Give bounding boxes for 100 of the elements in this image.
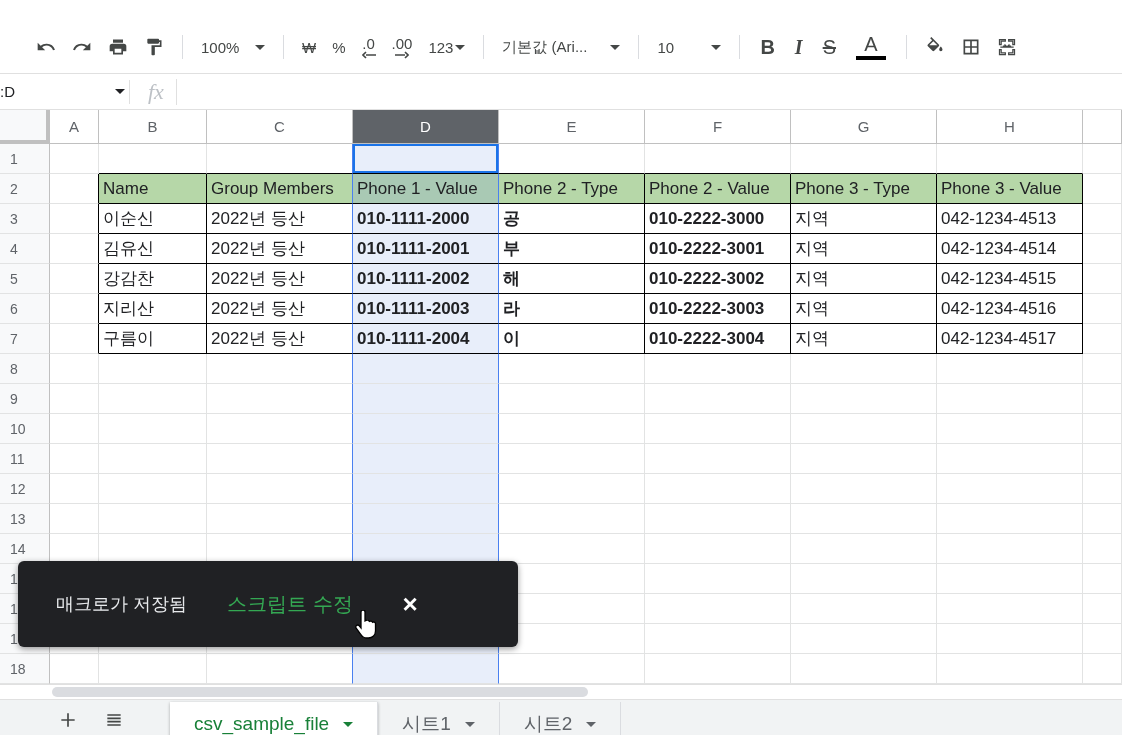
snackbar-message: 매크로가 저장됨 <box>56 593 187 616</box>
grid-cell[interactable] <box>353 144 499 174</box>
table-cell: 해 <box>499 264 645 294</box>
row-header[interactable]: 4 <box>0 234 50 264</box>
table-cell: 이 <box>499 324 645 354</box>
grid-cell[interactable] <box>353 474 499 504</box>
table-cell: 부 <box>499 234 645 264</box>
row-header[interactable]: 3 <box>0 204 50 234</box>
table-cell: 라 <box>499 294 645 324</box>
font-size-dropdown[interactable]: 10 <box>651 34 728 60</box>
font-dropdown[interactable]: 기본값 (Ari... <box>496 33 627 61</box>
caret-icon <box>455 44 466 50</box>
caret-icon <box>464 721 475 727</box>
grid-cell[interactable] <box>50 234 99 264</box>
table-cell: 042-1234-4515 <box>937 264 1083 294</box>
row-header[interactable]: 11 <box>0 444 50 474</box>
row-header[interactable]: 18 <box>0 654 50 684</box>
column-header[interactable]: H <box>937 110 1083 144</box>
bold-button[interactable]: B <box>752 31 783 63</box>
row-header[interactable]: 13 <box>0 504 50 534</box>
table-cell: 042-1234-4517 <box>937 324 1083 354</box>
column-title: Phone 2 - Type <box>499 174 645 204</box>
row-header[interactable]: 7 <box>0 324 50 354</box>
column-title: Phone 3 - Type <box>791 174 937 204</box>
right-arrow-icon <box>394 50 409 59</box>
column-header[interactable] <box>1083 110 1122 144</box>
strikethrough-button[interactable]: S <box>814 31 844 63</box>
sheet-tab[interactable]: 시트1 <box>378 702 500 735</box>
row-header[interactable]: 8 <box>0 354 50 384</box>
text-color-button[interactable]: A <box>848 30 894 64</box>
increase-decimal-button[interactable]: .00 <box>385 33 419 61</box>
sheet-tab[interactable]: 시트2 <box>499 702 622 735</box>
table-cell: 010-1111-2001 <box>353 234 499 264</box>
column-header[interactable]: A <box>50 110 99 144</box>
grid-cell[interactable] <box>50 324 99 354</box>
table-cell: 지역 <box>791 264 937 294</box>
decrease-decimal-button[interactable]: .0 <box>355 33 382 61</box>
row-header[interactable]: 10 <box>0 414 50 444</box>
table-cell: 강감찬 <box>99 264 207 294</box>
row-header[interactable]: 9 <box>0 384 50 414</box>
table-cell: 지역 <box>791 204 937 234</box>
column-header[interactable]: B <box>99 110 207 144</box>
column-header[interactable]: G <box>791 110 937 144</box>
sheet-tab[interactable]: csv_sample_file <box>170 702 379 735</box>
row-header[interactable]: 12 <box>0 474 50 504</box>
column-header[interactable]: E <box>499 110 645 144</box>
grid-cell[interactable] <box>50 294 99 324</box>
table-cell: 김유신 <box>99 234 207 264</box>
italic-button[interactable]: I <box>786 31 811 63</box>
table-cell: 010-1111-2003 <box>353 294 499 324</box>
hand-cursor-icon <box>354 610 378 640</box>
table-cell: 010-2222-3000 <box>645 204 791 234</box>
grid-cell[interactable] <box>353 444 499 474</box>
column-header[interactable]: F <box>645 110 791 144</box>
table-cell: 010-1111-2004 <box>353 324 499 354</box>
zoom-dropdown[interactable]: 100% <box>195 34 271 60</box>
table-cell: 042-1234-4514 <box>937 234 1083 264</box>
table-cell: 010-2222-3001 <box>645 234 791 264</box>
table-cell: 이순신 <box>99 204 207 234</box>
caret-icon <box>255 44 265 50</box>
table-cell: 구름이 <box>99 324 207 354</box>
grid-cell[interactable] <box>50 204 99 234</box>
column-title: Phone 3 - Value <box>937 174 1083 204</box>
row-header[interactable]: 6 <box>0 294 50 324</box>
edit-script-link[interactable]: 스크립트 수정 <box>227 590 353 618</box>
table-cell: 공 <box>499 204 645 234</box>
caret-icon <box>610 44 621 50</box>
currency-format-button[interactable]: ₩ <box>296 34 323 60</box>
scrollbar-thumb[interactable] <box>52 687 588 697</box>
table-cell: 042-1234-4516 <box>937 294 1083 324</box>
row-header[interactable]: 2 <box>0 174 50 204</box>
table-cell: 010-2222-3003 <box>645 294 791 324</box>
grid-cell[interactable] <box>353 384 499 414</box>
caret-icon <box>115 89 125 94</box>
left-arrow-icon <box>361 50 376 59</box>
grid-cell[interactable] <box>353 504 499 534</box>
caret-icon <box>711 44 722 50</box>
table-cell: 지역 <box>791 324 937 354</box>
table-cell: 지역 <box>791 234 937 264</box>
grid-cell[interactable] <box>353 534 499 564</box>
column-header[interactable]: D <box>353 110 499 144</box>
column-title: Phone 1 - Value <box>353 174 499 204</box>
column-header[interactable]: C <box>207 110 353 144</box>
table-cell: 010-1111-2002 <box>353 264 499 294</box>
grid-cell[interactable] <box>50 264 99 294</box>
close-button[interactable]: × <box>398 588 422 620</box>
row-header[interactable]: 1 <box>0 144 50 174</box>
row-header[interactable]: 5 <box>0 264 50 294</box>
grid-cell[interactable] <box>353 354 499 384</box>
table-cell: 010-2222-3004 <box>645 324 791 354</box>
grid-cell[interactable] <box>353 414 499 444</box>
number-format-dropdown[interactable]: 123 <box>422 34 472 60</box>
grid-cell[interactable] <box>353 654 499 684</box>
name-box[interactable]: :D <box>0 79 130 104</box>
percent-format-button[interactable]: % <box>326 34 352 60</box>
table-cell: 042-1234-4513 <box>937 204 1083 234</box>
column-title: Phone 2 - Value <box>645 174 791 204</box>
caret-icon <box>343 721 354 727</box>
row-header[interactable]: 14 <box>0 534 50 564</box>
table-cell: 지역 <box>791 294 937 324</box>
